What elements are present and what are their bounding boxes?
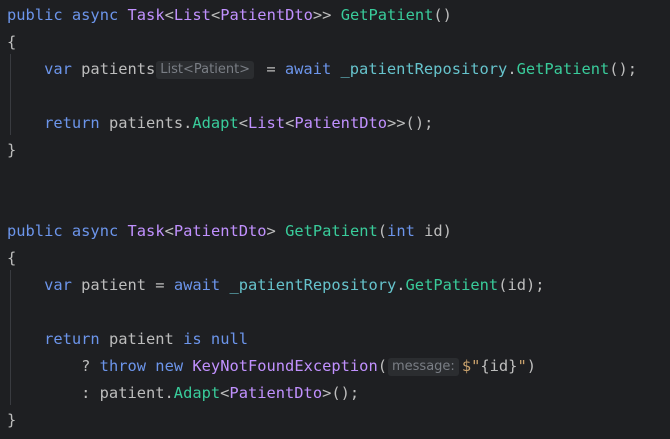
code-token: (); — [609, 60, 638, 78]
code-token: KeyNotFoundException — [192, 357, 378, 375]
code-token: List — [173, 6, 211, 24]
code-token: ) — [526, 357, 536, 375]
code-token: . — [507, 60, 517, 78]
code-token: is — [183, 330, 202, 348]
code-token: >(); — [322, 384, 360, 402]
code-token: return — [44, 330, 100, 348]
code-token: < — [164, 6, 174, 24]
code-token: ? — [7, 357, 100, 375]
code-token: Adapt — [192, 114, 239, 132]
code-token: . — [396, 276, 406, 294]
code-token: () — [433, 6, 452, 24]
code-token: ( — [377, 357, 387, 375]
code-token: public — [7, 222, 63, 240]
code-editor[interactable]: public async Task<List<PatientDto>> GetP… — [0, 0, 670, 439]
code-token: } — [7, 141, 17, 159]
code-line[interactable]: { — [7, 29, 16, 56]
code-token: patients. — [99, 114, 193, 132]
code-line[interactable]: var patients List<Patient> = await _patie… — [7, 56, 637, 83]
code-token: < — [164, 222, 174, 240]
code-token: < — [238, 114, 248, 132]
code-token: await — [284, 60, 332, 78]
code-token: Task — [127, 6, 165, 24]
code-token: new — [155, 357, 184, 375]
code-token: < — [210, 6, 221, 24]
code-token: { — [7, 249, 17, 267]
code-token: public — [7, 6, 63, 24]
code-token: int — [387, 222, 415, 240]
code-token: PatientDto — [229, 384, 323, 402]
code-token: GetPatient — [405, 276, 499, 294]
code-token: patients — [71, 60, 156, 78]
code-token: _patientRepository — [340, 60, 508, 78]
code-token: var — [44, 60, 72, 78]
code-token: GetPatient — [340, 6, 434, 24]
code-token: >> — [312, 6, 341, 24]
code-token: >>(); — [387, 114, 434, 132]
code-token: {id} — [480, 357, 518, 375]
code-line[interactable]: { — [7, 245, 16, 272]
code-token: id) — [414, 222, 452, 240]
inlay-hint: message: — [388, 358, 459, 376]
code-line[interactable]: } — [7, 137, 16, 164]
code-line[interactable]: } — [7, 407, 16, 434]
code-token: async — [71, 222, 119, 240]
code-token: List — [247, 114, 286, 132]
code-token: < — [285, 114, 295, 132]
code-token: ( — [377, 222, 388, 240]
code-token: = — [257, 60, 285, 78]
code-line[interactable]: : patient.Adapt<PatientDto>(); — [7, 380, 359, 407]
code-line[interactable]: var patient = await _patientRepository.G… — [7, 272, 545, 299]
code-token: await — [173, 276, 221, 294]
code-token: _patientRepository — [229, 276, 397, 294]
code-token: " — [517, 357, 527, 375]
code-token: GetPatient — [516, 60, 610, 78]
code-line[interactable]: public async Task<PatientDto> GetPatient… — [7, 218, 452, 245]
code-token: > — [266, 222, 286, 240]
code-line[interactable]: return patients.Adapt<List<PatientDto>>(… — [7, 110, 433, 137]
code-token: } — [7, 411, 17, 429]
code-token: null — [210, 330, 248, 348]
code-token: GetPatient — [285, 222, 378, 240]
code-token: { — [7, 33, 17, 51]
code-token: throw — [99, 357, 147, 375]
code-line[interactable]: return patient is null — [7, 326, 248, 353]
code-token: patient — [99, 330, 184, 348]
code-token: PatientDto — [173, 222, 267, 240]
code-token: (id); — [498, 276, 545, 294]
code-token: : patient. — [7, 384, 174, 402]
code-token: return — [44, 114, 100, 132]
inlay-hint: List<Patient> — [156, 61, 255, 79]
code-token: Adapt — [173, 384, 221, 402]
code-token: PatientDto — [294, 114, 388, 132]
code-line[interactable]: ? throw new KeyNotFoundException(message… — [7, 353, 536, 380]
code-token: PatientDto — [220, 6, 313, 24]
code-token: patient = — [71, 276, 174, 294]
code-token: Task — [127, 222, 165, 240]
code-token: $" — [461, 357, 481, 375]
code-token: var — [44, 276, 72, 294]
code-line[interactable]: public async Task<List<PatientDto>> GetP… — [7, 2, 452, 29]
code-token: async — [71, 6, 119, 24]
